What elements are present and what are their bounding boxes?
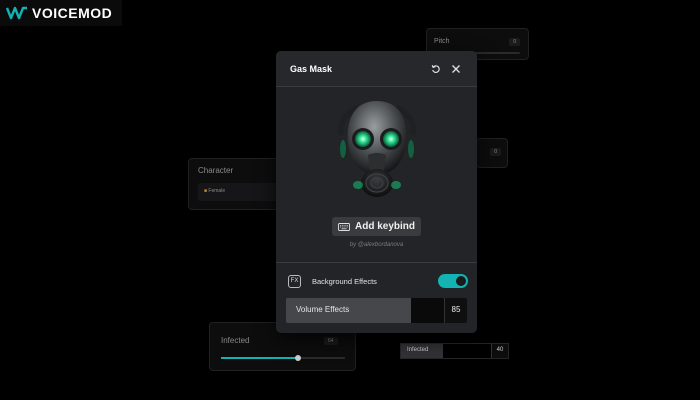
modal-title: Gas Mask [290,63,333,74]
parameter-card: 0 [476,138,508,168]
infected-value: 64 [324,337,338,345]
infected-bar-track[interactable] [443,344,491,358]
add-keybind-label: Add keybind [354,221,415,232]
character-select[interactable]: ■ Female [198,183,280,201]
voicemod-logo-icon [6,6,27,20]
volume-effects-slider[interactable] [411,298,444,323]
infected-slider-fill [221,357,298,359]
brand-name: VOICEMOD [32,5,113,21]
infected-bar-value: 40 [491,344,508,358]
pitch-value: 0 [509,38,520,46]
gas-mask-image [328,97,426,201]
parameter-value: 0 [490,148,501,156]
voicemod-logo: VOICEMOD [0,0,122,26]
infected-slider-knob[interactable] [294,355,301,361]
volume-effects-value[interactable]: 85 [444,298,467,323]
character-label: Character [198,166,234,175]
infected-label: Infected [221,336,250,345]
close-button[interactable] [449,62,463,76]
infected-bar: Infected 40 [400,343,509,359]
character-chip-icon: ■ [204,188,208,194]
infected-slider[interactable] [221,355,345,361]
background-effects-label: Background Effects [312,276,377,286]
modal-header: Gas Mask [276,51,477,87]
close-icon [452,64,460,73]
fx-icon: FX [288,274,301,288]
toggle-knob [456,276,466,286]
keyboard-icon [338,222,350,231]
background-effects-toggle[interactable] [438,274,468,288]
character-card: Character ■ Female [188,158,280,210]
volume-effects-row: Volume Effects 85 [286,298,467,323]
reset-button[interactable] [429,62,443,76]
gas-mask-icon [336,101,418,197]
author-credit: by @alexbordanova [349,242,404,248]
pitch-label: Pitch [434,38,450,45]
background-effects-row: FX Background Effects [288,273,468,289]
reset-icon [431,64,440,73]
infected-bar-label: Infected [401,344,443,358]
add-keybind-button[interactable]: Add keybind [332,217,421,236]
character-chip-label: Female [208,188,226,194]
voice-detail-modal: Gas Mask Add keybind by @alexbordanova F… [276,51,477,333]
volume-effects-label: Volume Effects [286,298,411,323]
modal-divider [276,262,477,263]
